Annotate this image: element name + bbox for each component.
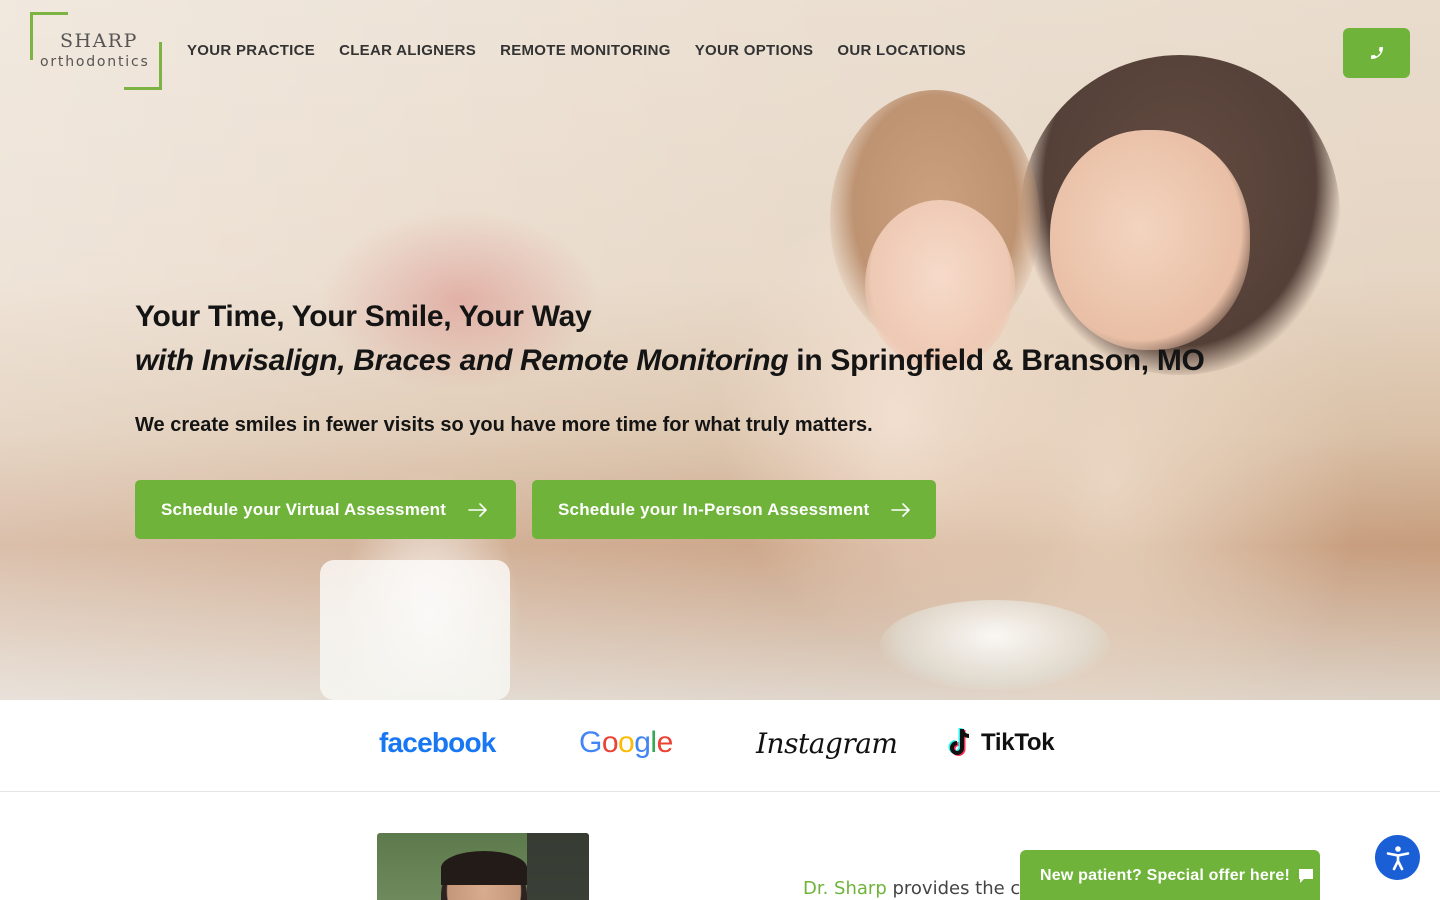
hero-headline-line2: with Invisalign, Braces and Remote Monit… — [135, 344, 1205, 378]
chat-bubble-icon — [1299, 869, 1314, 883]
cta-in-person-label: Schedule your In-Person Assessment — [558, 499, 870, 519]
arrow-right-icon — [891, 502, 911, 517]
main-nav: YOUR PRACTICE CLEAR ALIGNERS REMOTE MONI… — [187, 42, 966, 59]
instagram-logo[interactable]: Instagram — [756, 727, 898, 760]
hero-headline-locations: in Springfield & Branson, MO — [788, 344, 1205, 377]
schedule-virtual-assessment-button[interactable]: Schedule your Virtual Assessment — [135, 480, 516, 539]
google-logo[interactable]: Google — [579, 726, 673, 760]
offer-label: New patient? Special offer here! — [1040, 867, 1291, 884]
accessibility-button[interactable] — [1375, 835, 1420, 880]
site-logo[interactable]: SHARP orthodontics — [30, 12, 162, 90]
new-patient-offer-button[interactable]: New patient? Special offer here! — [1020, 850, 1320, 900]
social-reviews-strip — [0, 700, 1440, 792]
tiktok-logo[interactable]: TikTok — [947, 727, 1055, 759]
arrow-right-icon — [468, 502, 488, 517]
accessibility-icon — [1386, 845, 1409, 870]
phone-icon — [1370, 47, 1383, 59]
intro-paragraph: Dr. Sharp provides the c — [803, 878, 1020, 899]
call-button[interactable] — [1343, 28, 1410, 78]
intro-text: provides the c — [886, 878, 1021, 899]
nav-item-your-practice[interactable]: YOUR PRACTICE — [187, 42, 315, 59]
hero-subheadline: We create smiles in fewer visits so you … — [135, 414, 873, 436]
hero-headline: Your Time, Your Smile, Your Way — [135, 300, 592, 333]
logo-text-orthodontics: orthodontics — [40, 54, 150, 70]
hero-headline-treatments: with Invisalign, Braces and Remote Monit… — [135, 344, 789, 377]
tiktok-icon — [948, 728, 970, 756]
nav-item-clear-aligners[interactable]: CLEAR ALIGNERS — [339, 42, 476, 59]
tiktok-wordmark: TikTok — [981, 729, 1055, 756]
nav-item-remote-monitoring[interactable]: REMOTE MONITORING — [500, 42, 671, 59]
doctor-photo — [377, 833, 589, 900]
logo-text-sharp: SHARP — [60, 30, 138, 52]
nav-item-your-options[interactable]: YOUR OPTIONS — [695, 42, 814, 59]
facebook-logo[interactable]: facebook — [379, 727, 496, 759]
cta-virtual-label: Schedule your Virtual Assessment — [161, 499, 447, 519]
doctor-name-link[interactable]: Dr. Sharp — [803, 878, 887, 899]
schedule-in-person-assessment-button[interactable]: Schedule your In-Person Assessment — [532, 480, 936, 539]
nav-item-our-locations[interactable]: OUR LOCATIONS — [837, 42, 966, 59]
